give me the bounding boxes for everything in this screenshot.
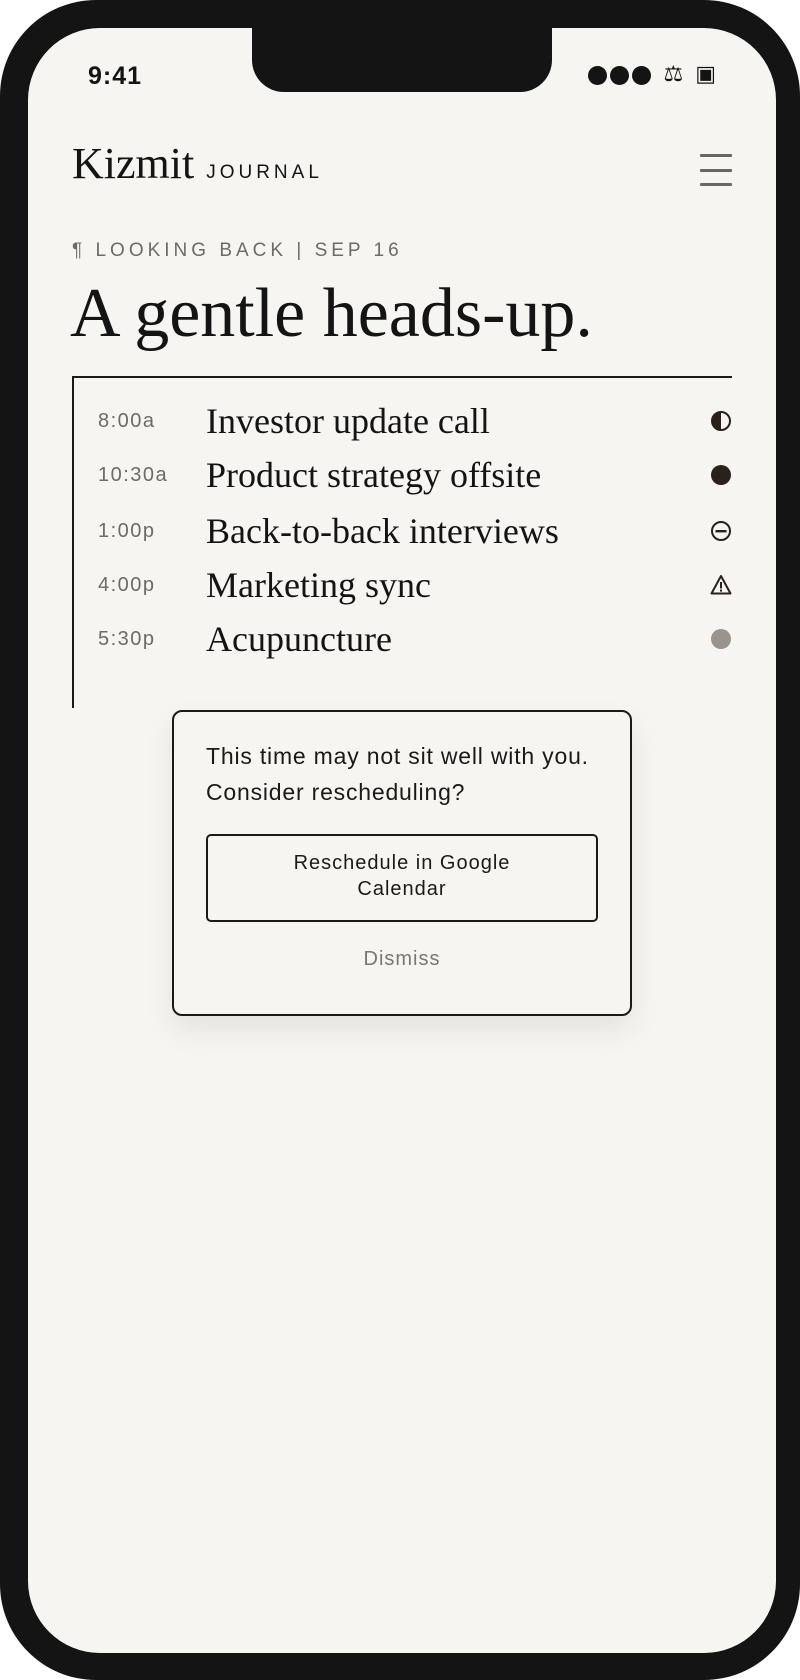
device-notch xyxy=(252,28,552,92)
wifi-icon: ⚖ xyxy=(663,62,684,87)
phone-frame: 9:41 ⚖ ▣ Kizmit JOURNAL ¶ LOOKING BACK |… xyxy=(0,0,800,1680)
filled-circle-icon xyxy=(711,465,731,485)
event-time: 5:30p xyxy=(98,627,156,650)
app-header: Kizmit JOURNAL xyxy=(72,138,732,198)
reschedule-dialog: This time may not sit well with you. Con… xyxy=(172,710,632,1016)
event-row[interactable]: 10:30a Product strategy offsite xyxy=(74,448,732,502)
hamburger-menu-icon[interactable] xyxy=(700,154,732,186)
event-row[interactable]: 4:00p Marketing sync xyxy=(74,558,732,612)
app-screen: 9:41 ⚖ ▣ Kizmit JOURNAL ¶ LOOKING BACK |… xyxy=(28,28,776,1653)
cellular-signal-icon xyxy=(588,65,652,85)
section-eyebrow: ¶ LOOKING BACK | SEP 16 xyxy=(72,240,403,261)
event-time: 10:30a xyxy=(98,463,169,486)
event-time: 4:00p xyxy=(98,573,156,596)
battery-icon: ▣ xyxy=(695,62,716,87)
page-title: A gentle heads-up. xyxy=(70,275,593,352)
warning-triangle-icon xyxy=(710,575,732,595)
status-time: 9:41 xyxy=(88,62,143,90)
minus-circle-icon xyxy=(711,521,731,541)
reschedule-google-calendar-button[interactable]: Reschedule in Google Calendar xyxy=(206,834,598,922)
gray-circle-icon xyxy=(711,629,731,649)
event-title: Acupuncture xyxy=(206,619,392,659)
brand-name: Kizmit xyxy=(72,139,195,188)
event-title: Investor update call xyxy=(206,401,490,441)
event-time: 8:00a xyxy=(98,409,156,432)
event-row[interactable]: 8:00a Investor update call xyxy=(74,394,732,448)
dismiss-button[interactable]: Dismiss xyxy=(174,948,630,971)
event-row[interactable]: 5:30p Acupuncture xyxy=(74,612,732,666)
event-title: Back-to-back interviews xyxy=(206,511,559,551)
brand-subtitle: JOURNAL xyxy=(206,162,323,183)
event-list: 8:00a Investor update call 10:30a Produc… xyxy=(72,376,732,708)
status-icons: ⚖ ▣ xyxy=(588,64,716,86)
half-circle-icon xyxy=(711,411,731,431)
event-row[interactable]: 1:00p Back-to-back interviews xyxy=(74,504,732,558)
dialog-message: This time may not sit well with you. Con… xyxy=(206,743,589,805)
event-title: Marketing sync xyxy=(206,565,431,605)
brand: Kizmit JOURNAL xyxy=(72,138,323,189)
event-title: Product strategy offsite xyxy=(206,455,542,495)
event-time: 1:00p xyxy=(98,519,156,542)
